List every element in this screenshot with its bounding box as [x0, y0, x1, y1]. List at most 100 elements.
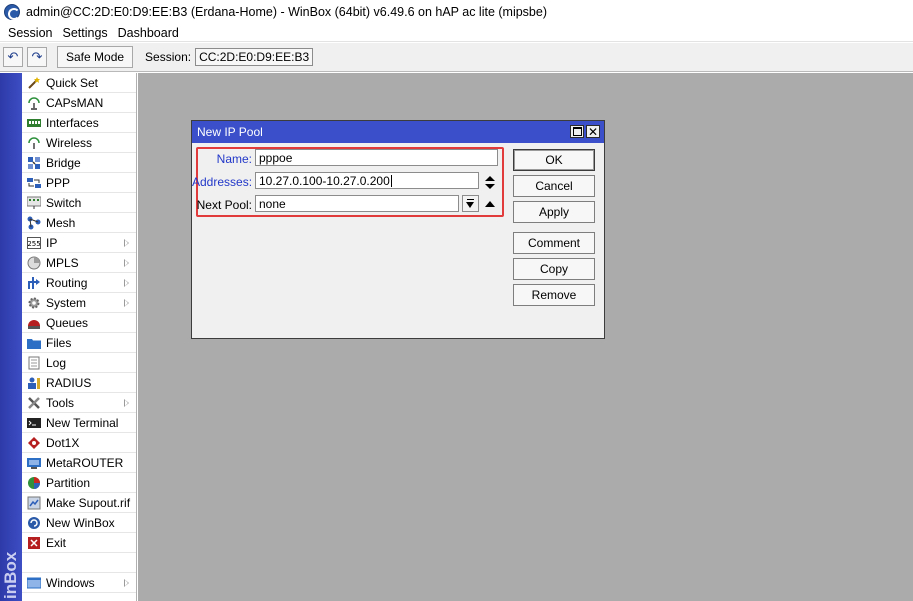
- sidebar-item-bridge[interactable]: Bridge: [22, 153, 136, 173]
- sidebar-item-capsman[interactable]: CAPsMAN: [22, 93, 136, 113]
- sidebar-item-partition[interactable]: Partition: [22, 473, 136, 493]
- winbox-app-icon: [4, 4, 20, 20]
- comment-button[interactable]: Comment: [513, 232, 595, 254]
- sidebar-item-label: Dot1X: [46, 435, 80, 450]
- menu-settings[interactable]: Settings: [57, 26, 112, 40]
- submenu-arrow-icon: [124, 399, 129, 407]
- addresses-up-down-icon[interactable]: [485, 176, 495, 190]
- sidebar-item-dot1x[interactable]: Dot1X: [22, 433, 136, 453]
- undo-button[interactable]: ↶: [3, 47, 23, 67]
- ppp-icon: [27, 177, 41, 188]
- remove-button[interactable]: Remove: [513, 284, 595, 306]
- sidebar-item-label: MetaROUTER: [46, 455, 124, 470]
- sidebar-item-label: Partition: [46, 475, 91, 490]
- window-titlebar: admin@CC:2D:E0:D9:EE:B3 (Erdana-Home) - …: [0, 0, 913, 24]
- next-pool-select[interactable]: none: [255, 195, 459, 212]
- sidebar-spacer: [22, 553, 136, 573]
- sidebar-item-switch[interactable]: Switch: [22, 193, 136, 213]
- next-pool-dropdown-icon[interactable]: [462, 195, 479, 212]
- sidebar-item-files[interactable]: Files: [22, 333, 136, 353]
- sidebar-item-tools[interactable]: Tools: [22, 393, 136, 413]
- sidebar-item-ip[interactable]: 255 IP: [22, 233, 136, 253]
- wand-icon: [28, 76, 40, 89]
- menu-session[interactable]: Session: [3, 26, 57, 40]
- supout-icon: [27, 496, 41, 509]
- ok-button[interactable]: OK: [513, 149, 595, 171]
- cancel-button[interactable]: Cancel: [513, 175, 595, 197]
- terminal-icon: [27, 417, 41, 428]
- copy-button[interactable]: Copy: [513, 258, 595, 280]
- windows-icon: [27, 577, 41, 588]
- sidebar-item-windows[interactable]: Windows: [22, 573, 136, 593]
- sidebar-item-mpls[interactable]: MPLS: [22, 253, 136, 273]
- interfaces-icon: [27, 118, 41, 127]
- brand-strip-text: inBox: [1, 551, 20, 599]
- sidebar-item-label: Tools: [46, 395, 75, 410]
- sidebar-item-label: Log: [46, 355, 67, 370]
- sidebar-item-label: Quick Set: [46, 75, 99, 90]
- window-title: admin@CC:2D:E0:D9:EE:B3 (Erdana-Home) - …: [26, 5, 548, 19]
- submenu-arrow-icon: [124, 239, 129, 247]
- dot1x-icon: [28, 436, 40, 449]
- sidebar-item-label: RADIUS: [46, 375, 92, 390]
- sidebar-item-label: Windows: [46, 575, 95, 590]
- sidebar-item-label: Bridge: [46, 155, 81, 170]
- close-icon[interactable]: ✕: [586, 125, 600, 138]
- apply-button[interactable]: Apply: [513, 201, 595, 223]
- sidebar-item-new-terminal[interactable]: New Terminal: [22, 413, 136, 433]
- undo-icon: ↶: [7, 49, 19, 64]
- menu-bar: Session Settings Dashboard: [0, 24, 913, 42]
- addresses-input[interactable]: 10.27.0.100-10.27.0.200: [255, 172, 479, 189]
- switch-icon: [27, 196, 41, 209]
- sidebar-item-label: Make Supout.rif: [46, 495, 131, 510]
- sidebar-item-make-supout[interactable]: Make Supout.rif: [22, 493, 136, 513]
- sidebar-item-queues[interactable]: Queues: [22, 313, 136, 333]
- winbox-icon: [28, 516, 40, 529]
- sidebar-item-label: Exit: [46, 535, 67, 550]
- submenu-arrow-icon: [124, 299, 129, 307]
- mesh-icon: [27, 216, 41, 229]
- sidebar-item-label: IP: [46, 235, 58, 250]
- sidebar-item-metarouter[interactable]: MetaROUTER: [22, 453, 136, 473]
- svg-text:255: 255: [27, 240, 40, 248]
- sidebar-item-label: Wireless: [46, 135, 93, 150]
- sidebar-item-interfaces[interactable]: Interfaces: [22, 113, 136, 133]
- sidebar-item-new-winbox[interactable]: New WinBox: [22, 513, 136, 533]
- sidebar-item-label: MPLS: [46, 255, 79, 270]
- session-field[interactable]: CC:2D:E0:D9:EE:B3: [195, 48, 314, 66]
- sidebar-item-wireless[interactable]: Wireless: [22, 133, 136, 153]
- sidebar-item-label: Queues: [46, 315, 89, 330]
- sidebar-item-routing[interactable]: Routing: [22, 273, 136, 293]
- name-value: pppoe: [259, 150, 293, 165]
- sidebar-item-label: Files: [46, 335, 72, 350]
- metarouter-icon: [27, 457, 41, 469]
- folder-icon: [27, 338, 41, 349]
- submenu-arrow-icon: [124, 259, 129, 267]
- redo-button[interactable]: ↷: [27, 47, 47, 67]
- sidebar-item-label: Routing: [46, 275, 88, 290]
- dialog-title: New IP Pool: [197, 125, 263, 139]
- log-icon: [28, 356, 40, 369]
- sidebar-item-exit[interactable]: Exit: [22, 533, 136, 553]
- toolbar: ↶ ↷ Safe Mode Session: CC:2D:E0:D9:EE:B3: [0, 43, 913, 72]
- sidebar-item-quick-set[interactable]: Quick Set: [22, 73, 136, 93]
- sidebar-item-label: New WinBox: [46, 515, 115, 530]
- next-pool-remove-icon[interactable]: [485, 201, 495, 207]
- new-ip-pool-dialog: New IP Pool ✕ Name: pppoe Addresses: 10.…: [191, 120, 605, 339]
- sidebar-item-system[interactable]: System: [22, 293, 136, 313]
- maximize-icon[interactable]: [570, 125, 584, 138]
- sidebar-item-radius[interactable]: RADIUS: [22, 373, 136, 393]
- tools-icon: [28, 396, 40, 409]
- mpls-icon: [27, 256, 41, 269]
- session-label: Session:: [145, 50, 192, 64]
- dialog-titlebar[interactable]: New IP Pool ✕: [192, 121, 604, 143]
- sidebar-item-log[interactable]: Log: [22, 353, 136, 373]
- menu-dashboard[interactable]: Dashboard: [113, 26, 184, 40]
- bridge-icon: [28, 156, 40, 169]
- sidebar-item-label: Interfaces: [46, 115, 99, 130]
- name-input[interactable]: pppoe: [255, 149, 498, 166]
- safe-mode-button[interactable]: Safe Mode: [57, 46, 134, 68]
- sidebar-item-label: System: [46, 295, 87, 310]
- sidebar-item-ppp[interactable]: PPP: [22, 173, 136, 193]
- sidebar-item-mesh[interactable]: Mesh: [22, 213, 136, 233]
